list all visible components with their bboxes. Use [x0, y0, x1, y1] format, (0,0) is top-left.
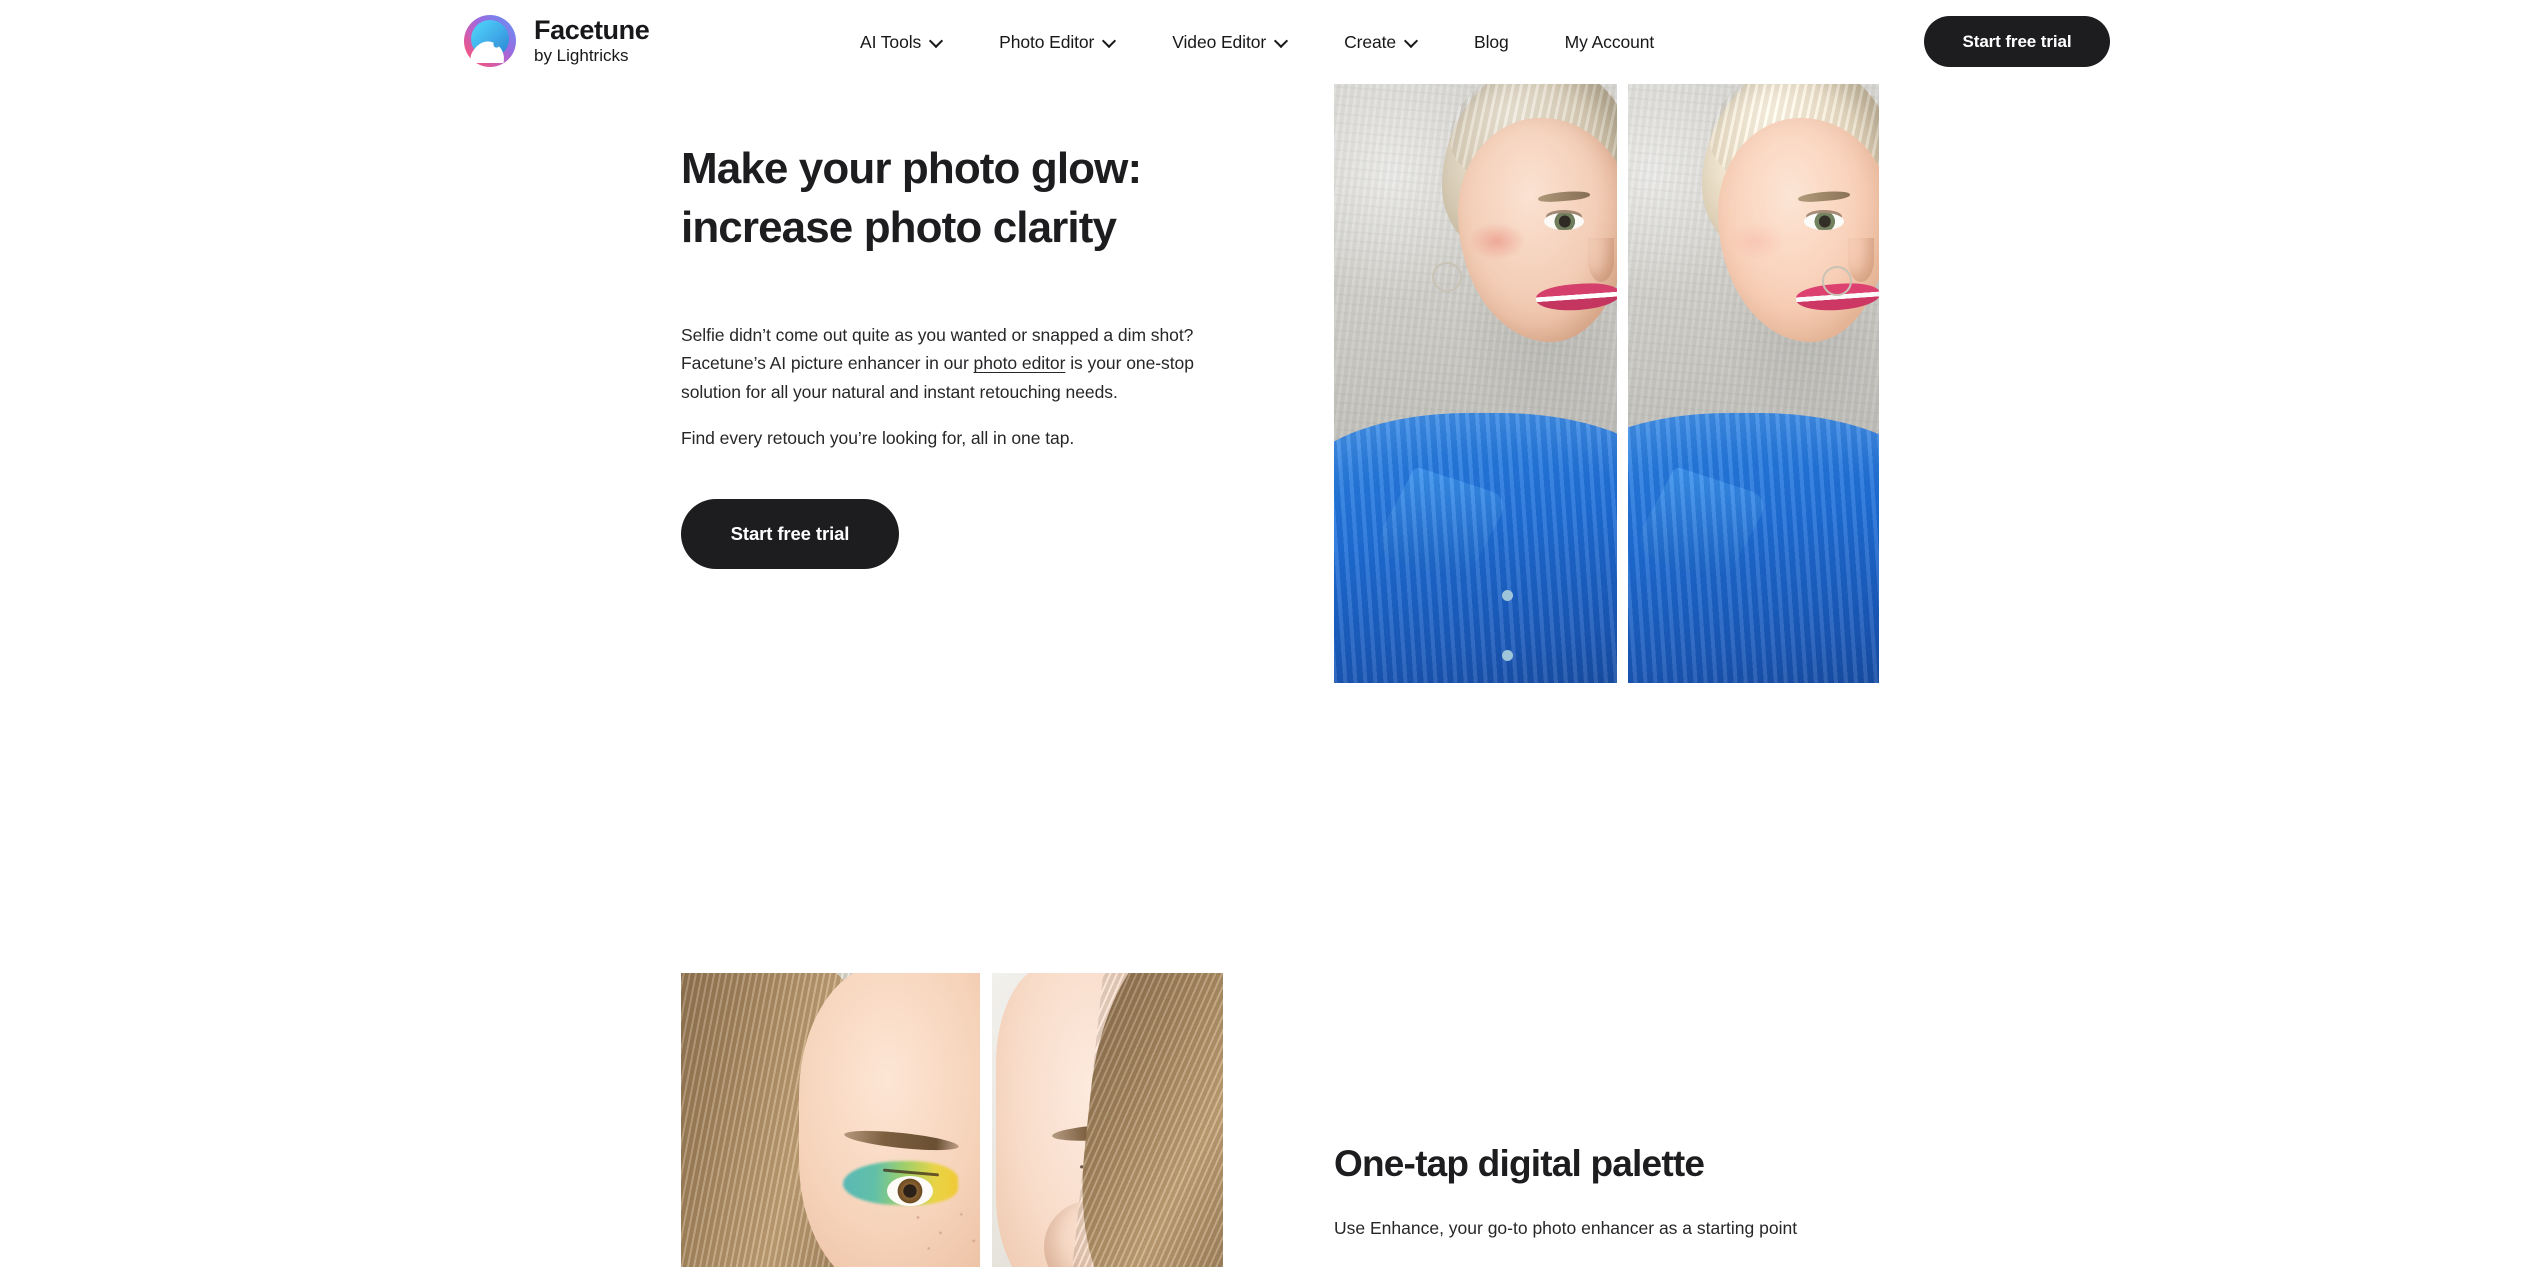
- chevron-down-icon: [1275, 35, 1288, 48]
- hero-section: Make your photo glow: increase photo cla…: [681, 140, 1241, 570]
- photo-shirt-collar: [1629, 466, 1771, 584]
- hero-paragraph-primary: Selfie didn’t come out quite as you want…: [681, 321, 1226, 406]
- nav-item-video-editor[interactable]: Video Editor: [1172, 22, 1288, 63]
- header-start-free-trial-button[interactable]: Start free trial: [1924, 16, 2110, 67]
- nav-item-blog[interactable]: Blog: [1474, 22, 1509, 63]
- facetune-circle-logo-icon: [460, 11, 520, 71]
- section-two-title: One-tap digital palette: [1334, 1143, 1705, 1184]
- hero-start-free-trial-button[interactable]: Start free trial: [681, 499, 899, 570]
- hero-image-after-pane: [1628, 84, 1879, 683]
- photo-shirt-button: [1502, 650, 1513, 661]
- nav-item-photo-editor[interactable]: Photo Editor: [999, 22, 1116, 63]
- page-title: Make your photo glow: increase photo cla…: [681, 140, 1241, 257]
- section-two-before-after-images: [681, 973, 1223, 1267]
- section-two-copy: One-tap digital palette Use Enhance, you…: [1334, 1142, 1894, 1243]
- nav-item-create[interactable]: Create: [1344, 22, 1418, 63]
- photo-eye: [1544, 213, 1584, 230]
- eye-image-with-makeup: [681, 973, 980, 1267]
- hero-image-before-pane: [1334, 84, 1617, 683]
- chevron-down-icon: [1405, 35, 1418, 48]
- site-header: Facetune by Lightricks AI Tools Photo Ed…: [0, 0, 2539, 84]
- hero-title-line-2: increase photo clarity: [681, 202, 1117, 252]
- photo-eye: [1804, 213, 1844, 230]
- photo-nose: [1848, 238, 1874, 282]
- section-two-paragraph: Use Enhance, your go-to photo enhancer a…: [1334, 1218, 1798, 1239]
- photo-nose: [1588, 238, 1614, 282]
- eye-photo-freckles: [909, 1205, 980, 1267]
- photo-editor-link[interactable]: photo editor: [974, 353, 1066, 373]
- chevron-down-icon: [1103, 35, 1116, 48]
- photo-shirt-button: [1502, 590, 1513, 601]
- nav-item-my-account[interactable]: My Account: [1564, 22, 1655, 63]
- hero-before-after-image: [1334, 84, 1879, 683]
- nav-label: AI Tools: [860, 31, 922, 52]
- chevron-down-icon: [930, 35, 943, 48]
- photo-eyebrow: [1537, 189, 1591, 204]
- photo-cheek-blush: [1728, 222, 1786, 260]
- nav-label: My Account: [1564, 31, 1655, 52]
- nav-item-ai-tools[interactable]: AI Tools: [860, 22, 943, 63]
- hero-title-line-1: Make your photo glow:: [681, 144, 1142, 193]
- nav-label: Video Editor: [1172, 31, 1267, 52]
- eye-photo-eye: [887, 1176, 933, 1206]
- primary-navigation: AI Tools Photo Editor Video Editor Creat…: [860, 0, 1654, 84]
- brand-tagline: by Lightricks: [534, 45, 629, 65]
- brand-name: Facetune: [534, 14, 650, 45]
- photo-hoop-earring: [1822, 266, 1852, 296]
- photo-hoop-earring: [1432, 262, 1462, 292]
- photo-blue-shirt: [1628, 413, 1879, 683]
- nav-label: Photo Editor: [999, 31, 1095, 52]
- nav-label: Blog: [1474, 31, 1509, 52]
- photo-blue-shirt: [1334, 413, 1617, 683]
- nav-label: Create: [1344, 31, 1397, 52]
- photo-cheek-blush: [1468, 222, 1526, 260]
- hero-paragraph-secondary: Find every retouch you’re looking for, a…: [681, 428, 1075, 449]
- photo-shirt-collar: [1369, 466, 1511, 584]
- before-after-divider: [1617, 84, 1628, 683]
- brand-logo-link[interactable]: Facetune by Lightricks: [460, 11, 650, 71]
- eye-image-natural: [992, 973, 1223, 1267]
- photo-eyebrow: [1797, 189, 1851, 204]
